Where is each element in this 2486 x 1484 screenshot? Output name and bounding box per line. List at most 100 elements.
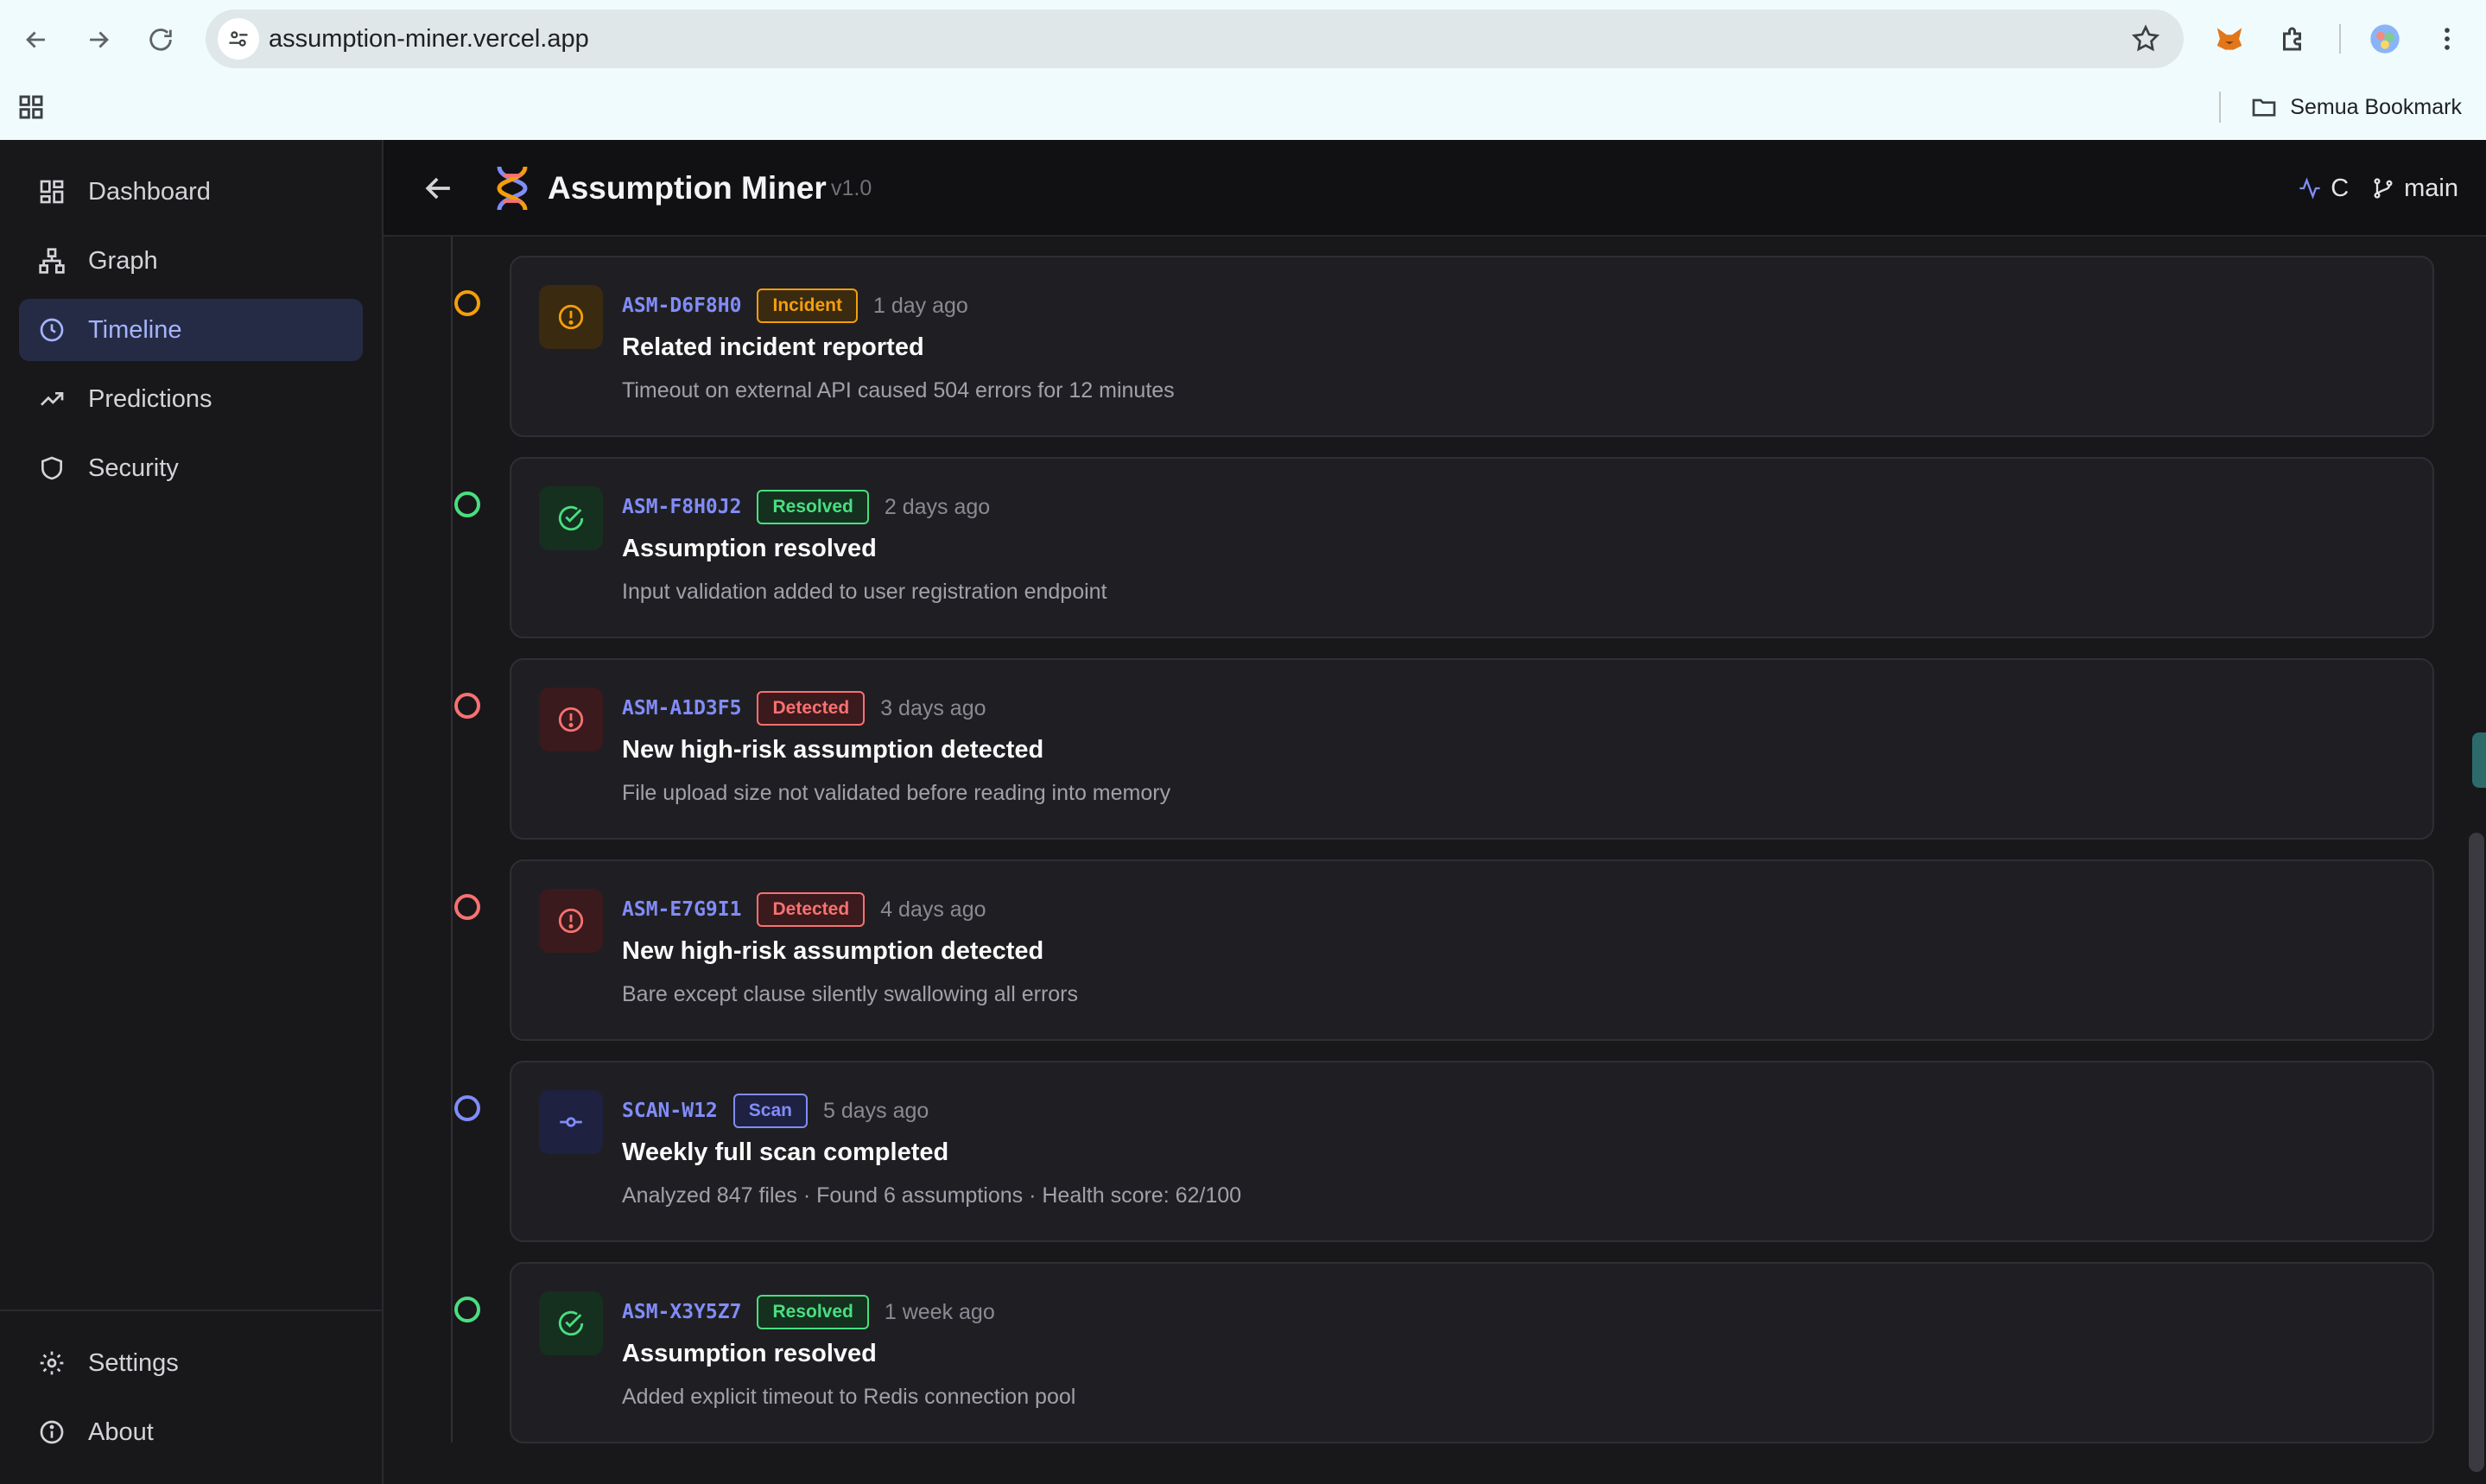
- sidebar-item-graph[interactable]: Graph: [19, 230, 363, 292]
- side-panel-handle[interactable]: [2472, 732, 2486, 788]
- browser-back-button[interactable]: [12, 16, 60, 64]
- all-bookmarks[interactable]: Semua Bookmark: [2219, 90, 2462, 124]
- event-time: 4 days ago: [880, 897, 986, 922]
- event-description: Analyzed 847 files · Found 6 assumptions…: [622, 1183, 1242, 1208]
- sidebar-item-timeline[interactable]: Timeline: [19, 299, 363, 361]
- sidebar-item-settings[interactable]: Settings: [19, 1332, 363, 1394]
- event-time: 3 days ago: [880, 695, 986, 720]
- alert-circle-icon: [558, 707, 584, 732]
- event-icon-box: [539, 1291, 603, 1355]
- sidebar-item-security[interactable]: Security: [19, 437, 363, 499]
- sidebar-item-dashboard[interactable]: Dashboard: [19, 161, 363, 223]
- event-description: Timeout on external API caused 504 error…: [622, 378, 1175, 403]
- event-icon-box: [539, 1090, 603, 1154]
- graph-icon: [39, 248, 65, 274]
- timeline-main: ASM-D6F8H0 Incident 1 day ago Related in…: [384, 237, 2486, 1484]
- info-icon: [40, 1420, 64, 1444]
- event-id[interactable]: SCAN-W12: [622, 1100, 718, 1122]
- timeline-event[interactable]: SCAN-W12 Scan 5 days ago Weekly full sca…: [510, 1061, 2434, 1242]
- profile-avatar-icon[interactable]: [2365, 19, 2405, 59]
- timeline-event[interactable]: ASM-D6F8H0 Incident 1 day ago Related in…: [510, 256, 2434, 437]
- sidebar-item-label: Security: [88, 453, 179, 482]
- site-settings-icon[interactable]: [218, 18, 259, 60]
- timeline-dot-scan: [454, 1095, 480, 1121]
- timeline-dot-incident: [454, 290, 480, 316]
- toolbar-divider: [2339, 24, 2341, 54]
- sidebar-item-about[interactable]: About: [19, 1401, 363, 1463]
- event-icon-box: [539, 486, 603, 550]
- event-id[interactable]: ASM-E7G9I1: [622, 898, 741, 921]
- status-badge: Resolved: [757, 1295, 869, 1329]
- event-id[interactable]: ASM-X3Y5Z7: [622, 1301, 741, 1323]
- timeline-event[interactable]: ASM-A1D3F5 Detected 3 days ago New high-…: [510, 658, 2434, 840]
- scrollbar-thumb[interactable]: [2469, 833, 2484, 1472]
- branch-selector[interactable]: main: [2371, 174, 2458, 203]
- event-description: Added explicit timeout to Redis connecti…: [622, 1385, 1076, 1409]
- event-title: New high-risk assumption detected: [622, 736, 1044, 764]
- timeline-event[interactable]: ASM-F8H0J2 Resolved 2 days ago Assumptio…: [510, 457, 2434, 638]
- browser-forward-button[interactable]: [74, 16, 123, 64]
- sidebar-item-label: Timeline: [88, 315, 182, 344]
- event-time: 5 days ago: [822, 1098, 929, 1123]
- app-version: v1.0: [831, 176, 872, 200]
- status-badge: Detected: [757, 892, 866, 927]
- app-title: Assumption Miner: [548, 170, 827, 206]
- browser-chrome: assumption-miner.vercel.app Semua Bookma…: [0, 0, 2486, 140]
- event-title: Assumption resolved: [622, 535, 877, 562]
- dashboard-icon: [40, 180, 64, 204]
- puzzle-extensions-icon[interactable]: [2274, 19, 2313, 59]
- timeline-event[interactable]: ASM-E7G9I1 Detected 4 days ago New high-…: [510, 859, 2434, 1041]
- clock-icon: [40, 318, 64, 342]
- git-branch-icon: [2374, 178, 2393, 199]
- bookmark-label: Semua Bookmark: [2290, 94, 2462, 119]
- back-arrow-icon[interactable]: [420, 169, 458, 207]
- event-title: Weekly full scan completed: [622, 1138, 949, 1166]
- alert-circle-icon: [558, 304, 584, 330]
- timeline-event[interactable]: ASM-X3Y5Z7 Resolved 1 week ago Assumptio…: [510, 1262, 2434, 1443]
- browser-menu-icon[interactable]: [2427, 19, 2467, 59]
- status-badge: Scan: [732, 1094, 808, 1128]
- git-commit-icon: [560, 1117, 582, 1127]
- bookmark-star-icon[interactable]: [2130, 23, 2161, 54]
- timeline-line: [451, 237, 453, 1443]
- branch-label: main: [2404, 174, 2458, 202]
- status-badge: Incident: [757, 289, 858, 323]
- event-time: 1 week ago: [884, 1299, 995, 1324]
- shield-icon: [41, 456, 62, 480]
- status-badge: Detected: [757, 691, 866, 726]
- timeline-dot-resolved: [454, 491, 480, 517]
- event-description: File upload size not validated before re…: [622, 781, 1171, 805]
- address-bar[interactable]: assumption-miner.vercel.app: [206, 10, 2184, 68]
- event-id[interactable]: ASM-A1D3F5: [622, 697, 741, 720]
- app-header: Assumption Miner v1.0 C main: [384, 140, 2486, 237]
- event-time: 1 day ago: [873, 293, 968, 318]
- browser-reload-button[interactable]: [136, 16, 185, 64]
- apps-grid-icon[interactable]: [17, 93, 45, 121]
- sidebar-divider: [0, 1310, 382, 1311]
- status-badge: Resolved: [757, 490, 869, 524]
- trending-up-icon: [41, 392, 64, 406]
- event-id[interactable]: ASM-F8H0J2: [622, 496, 741, 518]
- event-icon-box: [539, 889, 603, 953]
- fox-extension-icon[interactable]: [2210, 19, 2249, 59]
- event-id[interactable]: ASM-D6F8H0: [622, 295, 741, 317]
- arrow-left-icon: [26, 31, 45, 48]
- activity-indicator[interactable]: C: [2298, 174, 2349, 203]
- arrow-right-icon: [90, 31, 109, 48]
- event-title: Related incident reported: [622, 333, 924, 361]
- event-description: Bare except clause silently swallowing a…: [622, 982, 1079, 1006]
- sidebar-item-label: Predictions: [88, 384, 212, 413]
- sidebar-item-label: Graph: [88, 246, 158, 275]
- event-time: 2 days ago: [884, 494, 991, 519]
- reload-icon: [149, 29, 172, 51]
- activity-label: C: [2331, 174, 2350, 202]
- dna-logo-icon: [497, 166, 528, 211]
- activity-icon: [2299, 177, 2320, 200]
- event-icon-box: [539, 285, 603, 349]
- sidebar-item-label: About: [88, 1417, 154, 1446]
- url-text[interactable]: assumption-miner.vercel.app: [269, 10, 589, 68]
- sidebar-item-predictions[interactable]: Predictions: [19, 368, 363, 430]
- check-circle-icon: [558, 1310, 584, 1336]
- folder-icon: [2252, 98, 2276, 117]
- event-icon-box: [539, 688, 603, 752]
